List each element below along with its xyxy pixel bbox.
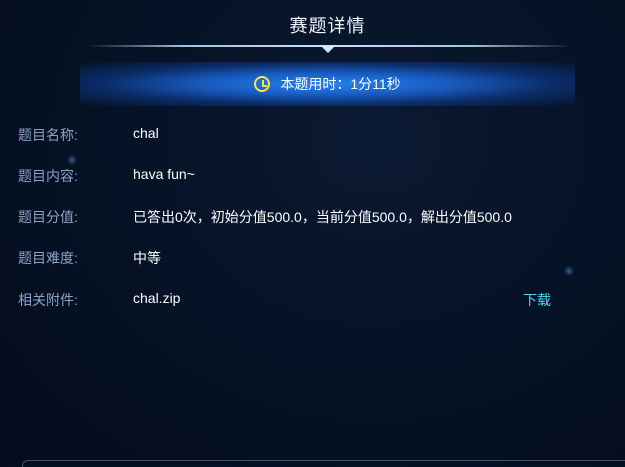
download-link[interactable]: 下载 [523,290,551,310]
challenge-difficulty: 中等 [133,250,161,266]
attachment-filename: chal.zip [133,290,181,306]
detail-label: 相关附件: [18,292,78,308]
challenge-name: chal [133,125,159,141]
detail-row-attachment: 相关附件: chal.zip 下载 [18,290,578,310]
challenge-detail-panel: 赛题详情 本题用时：1分11秒 题目名称: chal 题目内容: hava fu… [0,0,625,467]
title-pointer [321,46,335,53]
clock-icon [254,76,271,92]
detail-row-content: 题目内容: hava fun~ [18,166,578,186]
background-glow-dot [67,155,77,165]
detail-label: 题目名称: [18,127,78,143]
timer-bar: 本题用时：1分11秒 [80,62,575,106]
detail-row-score: 题目分值: 已答出0次，初始分值500.0，当前分值500.0，解出分值500.… [18,207,578,227]
challenge-content: hava fun~ [133,166,195,182]
detail-row-difficulty: 题目难度: 中等 [18,248,578,268]
detail-label: 题目难度: [18,250,78,266]
detail-row-name: 题目名称: chal [18,125,578,145]
challenge-score: 已答出0次，初始分值500.0，当前分值500.0，解出分值500.0 [133,209,512,225]
detail-label: 题目内容: [18,168,78,184]
page-title: 赛题详情 [289,16,366,36]
detail-label: 题目分值: [18,209,78,225]
elapsed-time: 本题用时：1分11秒 [280,76,401,92]
